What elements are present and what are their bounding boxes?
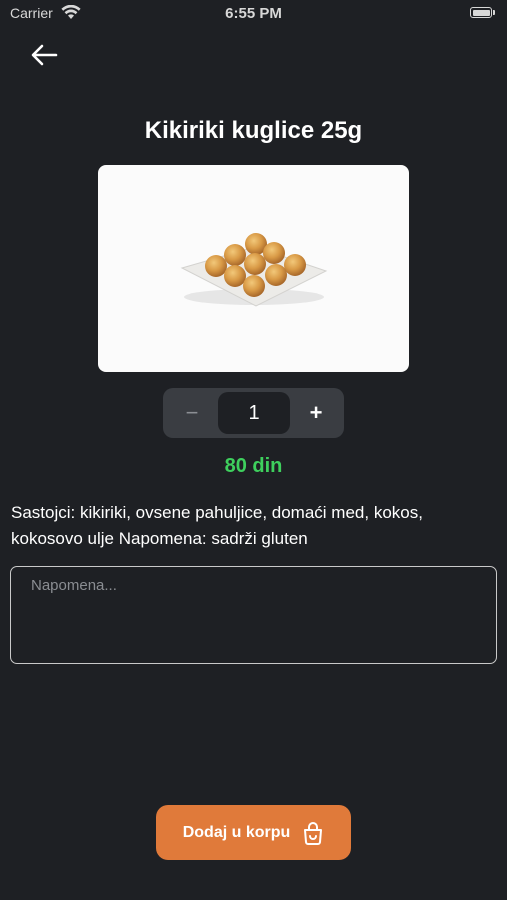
add-to-cart-button[interactable]: Dodaj u korpu <box>156 805 351 860</box>
back-button[interactable] <box>22 36 66 74</box>
ingredients-text: Sastojci: kikiriki, ovsene pahuljice, do… <box>11 503 423 548</box>
battery-icon <box>470 7 495 18</box>
note-field[interactable] <box>10 566 497 664</box>
product-image <box>98 165 409 372</box>
quantity-value: 1 <box>218 392 290 434</box>
add-to-cart-label: Dodaj u korpu <box>182 823 291 841</box>
status-bar: Carrier 6:55 PM <box>0 0 507 28</box>
page-title: Kikiriki kuglice 25g <box>144 117 363 144</box>
product-price: 80 din <box>224 455 283 477</box>
arrow-left-icon <box>31 44 58 66</box>
shopping-bag-icon <box>304 821 323 845</box>
decrease-quantity-button[interactable]: − <box>163 388 221 438</box>
status-time: 6:55 PM <box>225 5 282 22</box>
increase-quantity-button[interactable]: + <box>288 388 344 438</box>
quantity-stepper: − 1 + <box>163 388 344 438</box>
